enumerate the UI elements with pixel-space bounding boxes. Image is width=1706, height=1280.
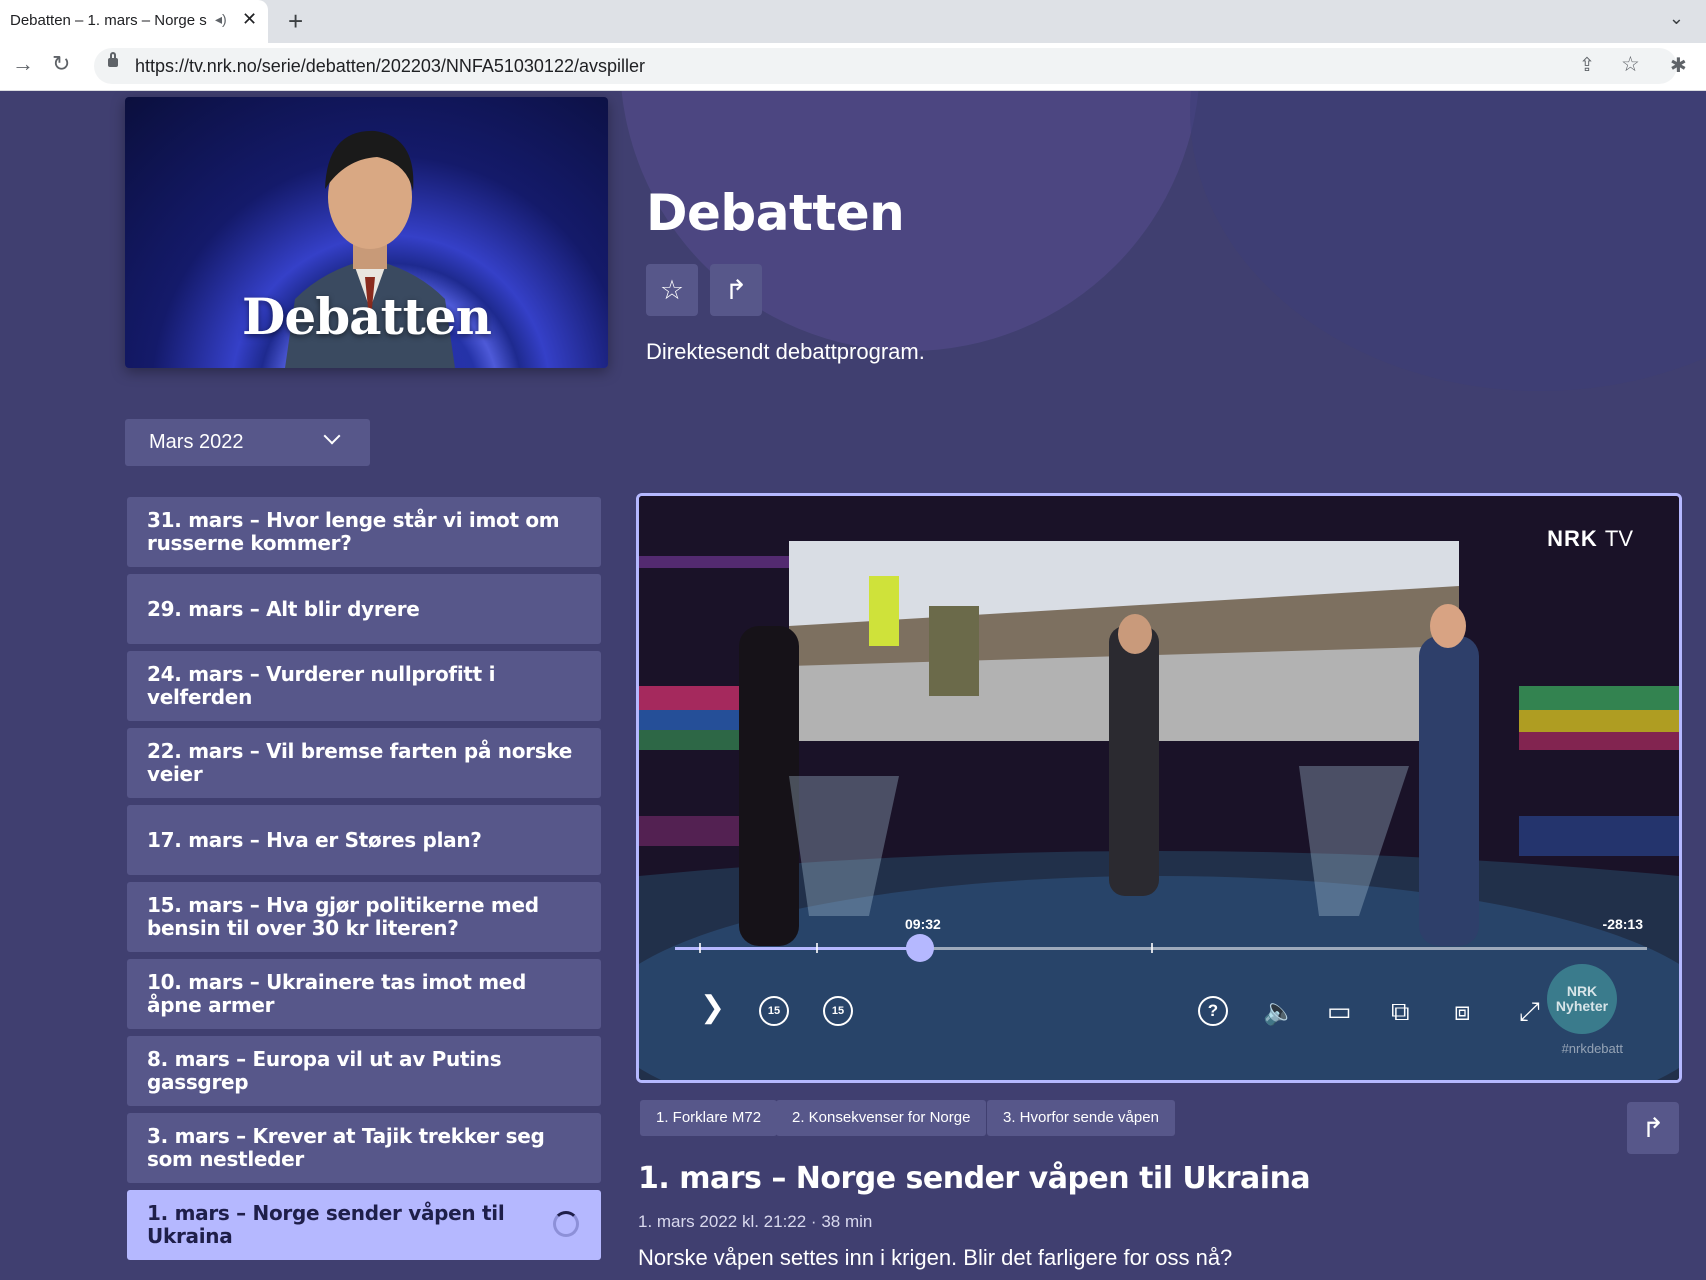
episode-description: Norske våpen settes inn i krigen. Blir d… <box>638 1245 1233 1270</box>
subtitles-icon[interactable]: ▭ <box>1327 996 1352 1027</box>
episode-label: 24. mars – Vurderer nullprofitt i velfer… <box>147 662 496 709</box>
help-icon[interactable]: ? <box>1198 996 1228 1026</box>
forward-15-icon[interactable]: 15 <box>823 996 853 1026</box>
episode-label: 8. mars – Europa vil ut av Putins gassgr… <box>147 1047 502 1094</box>
episode-item[interactable]: 10. mars – Ukrainere tas imot med åpne a… <box>127 959 601 1029</box>
url-text[interactable]: https://tv.nrk.no/serie/debatten/202203/… <box>135 56 645 77</box>
episode-item[interactable]: 24. mars – Vurderer nullprofitt i velfer… <box>127 651 601 721</box>
loading-spinner-icon <box>553 1211 579 1237</box>
chapter-marker[interactable] <box>1151 943 1154 953</box>
rewind-15-icon[interactable]: 15 <box>759 996 789 1026</box>
episode-item[interactable]: 3. mars – Krever at Tajik trekker seg so… <box>127 1113 601 1183</box>
nrk-nyheter-logo: NRK Nyheter <box>1547 964 1617 1034</box>
episode-label: 17. mars – Hva er Støres plan? <box>147 827 482 852</box>
series-title: Debatten <box>646 184 905 242</box>
remaining-time: -28:13 <box>1602 916 1643 932</box>
browser-toolbar: → ↻ https://tv.nrk.no/serie/debatten/202… <box>0 43 1706 91</box>
share-episode-button[interactable]: ↱ <box>1627 1102 1679 1154</box>
progress-handle[interactable] <box>905 934 934 962</box>
address-bar[interactable]: https://tv.nrk.no/serie/debatten/202203/… <box>94 48 1677 84</box>
share-series-button[interactable]: ↱ <box>710 264 762 316</box>
star-icon: ☆ <box>659 274 685 305</box>
episode-label: 29. mars – Alt blir dyrere <box>147 596 420 621</box>
episode-item[interactable]: 22. mars – Vil bremse farten på norske v… <box>127 728 601 798</box>
series-poster: Debatten <box>125 97 608 368</box>
season-selected-label: Mars 2022 <box>149 431 244 453</box>
episode-label: 10. mars – Ukrainere tas imot med åpne a… <box>147 970 527 1017</box>
chapter-marker[interactable] <box>699 943 702 953</box>
video-player[interactable]: NRK TV NRK Nyheter #nrkdebatt 09:32 -28:… <box>636 493 1682 1083</box>
episode-item[interactable]: 29. mars – Alt blir dyrere <box>127 574 601 644</box>
elapsed-time: 09:32 <box>905 916 941 932</box>
chapter-marker[interactable] <box>815 943 818 953</box>
close-icon[interactable]: ✕ <box>242 9 257 30</box>
play-icon[interactable]: ❯ <box>700 990 725 1025</box>
new-tab-button[interactable]: + <box>288 6 303 37</box>
page-content: Debatten Debatten ☆ ↱ Direktesendt debat… <box>0 91 1706 1280</box>
episode-label: 15. mars – Hva gjør politikerne med bens… <box>147 893 539 940</box>
episode-item[interactable]: 8. mars – Europa vil ut av Putins gassgr… <box>127 1036 601 1106</box>
browser-tab[interactable]: Debatten – 1. mars – Norge s ◂) ✕ <box>0 0 268 43</box>
episode-label: 1. mars – Norge sender våpen til Ukraina <box>147 1201 505 1248</box>
forward-arrow-icon[interactable]: → <box>12 51 34 77</box>
episode-item[interactable]: 15. mars – Hva gjør politikerne med bens… <box>127 882 601 952</box>
cast-icon[interactable]: ⧉ <box>1391 996 1410 1028</box>
progress-bar[interactable] <box>675 934 1647 962</box>
background-decoration <box>1190 91 1706 391</box>
chevron-down-icon <box>323 427 341 445</box>
chapter-chip[interactable]: 2. Konsekvenser for Norge <box>776 1100 987 1136</box>
video-frame <box>639 496 1679 1080</box>
share-arrow-icon: ↱ <box>1641 1112 1665 1143</box>
episode-item[interactable]: 17. mars – Hva er Støres plan? <box>127 805 601 875</box>
tab-search-button[interactable]: ⌄ <box>1669 8 1684 29</box>
chapter-chip[interactable]: 3. Hvorfor sende våpen <box>987 1100 1175 1136</box>
lock-icon[interactable] <box>108 52 118 67</box>
chapter-chip[interactable]: 1. Forklare M72 <box>640 1100 778 1136</box>
fullscreen-icon[interactable]: ⤢ <box>1519 996 1540 1028</box>
picture-in-picture-icon[interactable]: ⧈ <box>1454 996 1471 1028</box>
share-arrow-icon: ↱ <box>724 274 748 305</box>
episode-label: 3. mars – Krever at Tajik trekker seg so… <box>147 1124 545 1171</box>
reload-icon[interactable]: ↻ <box>52 51 70 77</box>
share-icon[interactable]: ⇪ <box>1579 54 1595 77</box>
tab-title: Debatten – 1. mars – Norge s <box>10 12 207 29</box>
browser-tab-strip: Debatten – 1. mars – Norge s ◂) ✕ + ⌄ <box>0 0 1706 43</box>
episode-title: 1. mars – Norge sender våpen til Ukraina <box>638 1161 1311 1196</box>
volume-icon[interactable]: 🔈 <box>1263 996 1295 1027</box>
progress-fill <box>675 947 920 950</box>
poster-logo: Debatten <box>242 287 492 346</box>
bookmark-star-icon[interactable]: ☆ <box>1621 52 1640 77</box>
series-description: Direktesendt debattprogram. <box>646 339 925 364</box>
episode-item[interactable]: 31. mars – Hvor lenge står vi imot om ru… <box>127 497 601 567</box>
episode-label: 22. mars – Vil bremse farten på norske v… <box>147 739 573 786</box>
nrk-tv-logo: NRK TV <box>1547 526 1633 551</box>
episode-item-active[interactable]: 1. mars – Norge sender våpen til Ukraina <box>127 1190 601 1260</box>
season-dropdown[interactable]: Mars 2022 <box>125 419 370 466</box>
episode-label: 31. mars – Hvor lenge står vi imot om ru… <box>147 508 560 555</box>
speaker-icon[interactable]: ◂) <box>215 11 227 28</box>
extensions-icon[interactable]: ✱ <box>1670 53 1687 78</box>
hashtag-watermark: #nrkdebatt <box>1561 1041 1623 1056</box>
episode-meta: 1. mars 2022 kl. 21:22 · 38 min <box>638 1212 873 1231</box>
favorite-button[interactable]: ☆ <box>646 264 698 316</box>
